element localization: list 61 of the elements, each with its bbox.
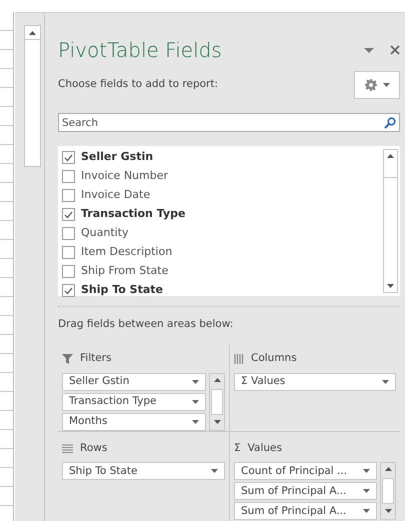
caret-icon	[363, 489, 370, 494]
drag-hint: Drag fields between areas below:	[58, 317, 234, 332]
scrollbar[interactable]	[209, 372, 225, 431]
rows-icon	[62, 444, 73, 453]
checkbox[interactable]	[62, 284, 75, 297]
scroll-down-icon[interactable]	[387, 284, 394, 288]
field-chip[interactable]: Sum of Principal A...	[234, 502, 377, 520]
field-chip[interactable]: Ship To State	[62, 462, 225, 480]
field-chip[interactable]: Transaction Type	[62, 392, 206, 411]
scroll-up-icon[interactable]	[214, 378, 220, 382]
checkbox[interactable]	[62, 246, 75, 259]
area-title: Filters	[80, 350, 112, 366]
filter-icon	[62, 354, 73, 364]
sigma-glyph: Σ	[234, 440, 241, 456]
caret-icon	[382, 83, 390, 87]
caret-icon	[192, 420, 199, 424]
field-chip[interactable]: Seller Gstin	[62, 372, 206, 391]
checkbox[interactable]	[62, 227, 75, 240]
field-label[interactable]: Ship From State	[81, 263, 168, 280]
field-label[interactable]: Invoice Date	[81, 187, 150, 204]
checkbox[interactable]	[62, 170, 75, 183]
scrollbar[interactable]	[24, 25, 41, 167]
field-label[interactable]: Seller Gstin	[81, 149, 154, 166]
field-label[interactable]: Transaction Type	[81, 206, 186, 223]
field-label[interactable]: Quantity	[81, 225, 129, 242]
field-label[interactable]: Ship To State	[81, 282, 163, 299]
caret-icon	[192, 380, 199, 384]
scroll-down-icon[interactable]	[384, 509, 392, 514]
checkbox[interactable]	[62, 265, 75, 278]
checkbox[interactable]	[62, 208, 75, 221]
settings-button[interactable]	[354, 71, 400, 99]
area-title: Columns	[251, 350, 297, 366]
field-chip[interactable]: Count of Principal ...	[234, 462, 377, 480]
field-chip[interactable]: Sum of Principal A...	[234, 482, 377, 500]
caret-icon	[211, 469, 218, 474]
field-chip[interactable]: Months	[62, 412, 206, 431]
scroll-up-icon[interactable]	[29, 30, 36, 34]
scrollbar[interactable]	[383, 149, 398, 293]
scroll-up-icon[interactable]	[387, 154, 394, 158]
search-field[interactable]: Search	[58, 113, 400, 132]
close-icon[interactable]	[390, 45, 400, 55]
caret-icon	[382, 380, 389, 384]
caret-icon	[363, 509, 370, 514]
dropdown-icon[interactable]	[364, 48, 374, 52]
panel-title: PivotTable Fields	[58, 37, 222, 64]
field-label[interactable]: Invoice Number	[81, 168, 168, 185]
field-label[interactable]: Item Description	[81, 244, 172, 261]
caret-icon	[363, 469, 370, 474]
checkbox[interactable]	[62, 151, 75, 164]
field-chip[interactable]: Σ Values	[234, 372, 396, 391]
columns-icon	[234, 354, 244, 364]
prompt-label: Choose fields to add to report:	[58, 77, 218, 92]
scrollbar[interactable]	[380, 462, 396, 520]
caret-icon	[192, 400, 199, 404]
scroll-up-icon[interactable]	[384, 467, 392, 472]
area-title: Rows	[80, 440, 108, 456]
checkbox[interactable]	[62, 189, 75, 202]
area-title: Values	[248, 440, 282, 456]
scroll-down-icon[interactable]	[214, 420, 220, 424]
gear-icon	[364, 79, 376, 91]
search-icon[interactable]	[384, 117, 396, 129]
